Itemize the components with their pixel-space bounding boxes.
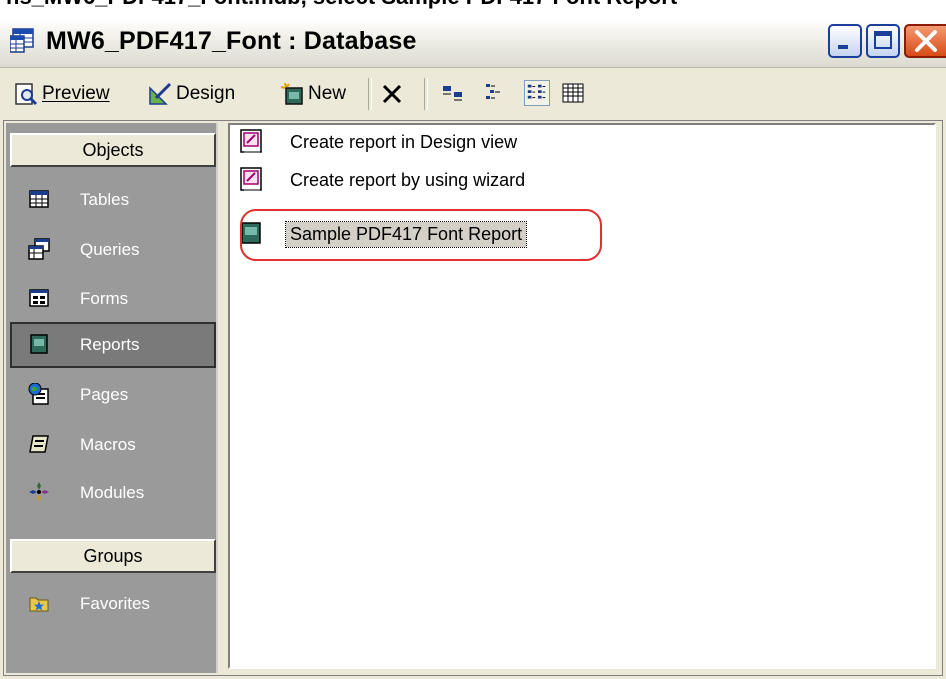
caption-text: ns_MW6_PDF417_Font.mdb, select Sample PD… bbox=[6, 0, 677, 10]
objects-item-reports[interactable]: Reports bbox=[10, 322, 216, 368]
window-title: MW6_PDF417_Font : Database bbox=[46, 27, 417, 55]
list-item-create-wizard[interactable]: Create report by using wizard bbox=[238, 163, 529, 197]
form-icon bbox=[29, 289, 49, 307]
maximize-icon bbox=[874, 31, 892, 49]
design-label: Design bbox=[176, 83, 236, 104]
database-window: MW6_PDF417_Font : Database Preview Desig… bbox=[0, 19, 946, 679]
report-icon bbox=[241, 222, 261, 244]
preview-label: Preview bbox=[42, 83, 110, 104]
list-item-sample-pdf417-report[interactable]: Sample PDF417 Font Report bbox=[238, 217, 528, 251]
details-view-icon[interactable] bbox=[560, 80, 586, 106]
objects-item-label: Pages bbox=[80, 385, 129, 404]
module-icon bbox=[29, 482, 49, 502]
wizard-shortcut-icon bbox=[240, 167, 262, 191]
large-icons-view-icon[interactable] bbox=[440, 80, 466, 106]
objects-item-label: Forms bbox=[80, 289, 129, 308]
design-view-shortcut-icon bbox=[240, 129, 262, 153]
delete-button[interactable] bbox=[380, 77, 408, 111]
objects-header-button[interactable]: Objects bbox=[10, 133, 216, 167]
new-report-icon bbox=[280, 82, 303, 105]
objects-bar: Objects Tables Queries Forms Reports Pag… bbox=[6, 123, 218, 673]
list-item-label: Create report by using wizard bbox=[290, 169, 526, 190]
delete-icon bbox=[382, 84, 402, 104]
objects-item-pages[interactable]: Pages bbox=[10, 372, 216, 418]
toolbar-separator bbox=[368, 78, 372, 110]
toolbar-separator bbox=[424, 78, 428, 110]
objects-item-label: Queries bbox=[80, 240, 140, 259]
close-icon bbox=[915, 30, 937, 52]
minimize-button[interactable] bbox=[828, 24, 862, 58]
objects-list: Create report in Design view Create repo… bbox=[228, 123, 936, 669]
favorites-icon bbox=[29, 597, 49, 612]
title-bar[interactable]: MW6_PDF417_Font : Database bbox=[0, 19, 946, 68]
close-button[interactable] bbox=[904, 24, 946, 58]
new-button[interactable]: New bbox=[280, 77, 346, 111]
page-icon bbox=[28, 383, 49, 405]
macro-icon bbox=[29, 435, 49, 453]
table-icon bbox=[29, 190, 49, 208]
report-icon bbox=[30, 334, 48, 354]
objects-item-modules[interactable]: Modules bbox=[10, 470, 216, 516]
small-icons-view-icon[interactable] bbox=[482, 80, 508, 106]
objects-item-label: Reports bbox=[80, 335, 140, 354]
list-view-icon[interactable] bbox=[524, 80, 550, 106]
list-item-label: Create report in Design view bbox=[290, 131, 518, 152]
objects-item-tables[interactable]: Tables bbox=[10, 177, 216, 223]
preview-button[interactable]: Preview bbox=[14, 77, 110, 111]
database-body: Objects Tables Queries Forms Reports Pag… bbox=[3, 120, 943, 676]
list-item-label: Sample PDF417 Font Report bbox=[284, 220, 528, 248]
minimize-icon bbox=[838, 45, 848, 49]
database-window-icon bbox=[10, 28, 34, 53]
database-toolbar: Preview Design New bbox=[0, 68, 946, 122]
maximize-button[interactable] bbox=[866, 24, 900, 58]
list-item-create-design-view[interactable]: Create report in Design view bbox=[238, 125, 521, 159]
groups-item-favorites[interactable]: Favorites bbox=[10, 581, 216, 627]
preview-icon bbox=[15, 83, 38, 106]
design-icon bbox=[149, 82, 172, 105]
objects-item-forms[interactable]: Forms bbox=[10, 276, 216, 322]
objects-item-label: Macros bbox=[80, 435, 136, 454]
query-icon bbox=[28, 238, 50, 260]
design-button[interactable]: Design bbox=[148, 77, 235, 111]
objects-item-macros[interactable]: Macros bbox=[10, 422, 216, 468]
groups-header-button[interactable]: Groups bbox=[10, 539, 216, 573]
objects-item-label: Tables bbox=[80, 190, 130, 209]
objects-item-queries[interactable]: Queries bbox=[10, 227, 216, 273]
groups-item-label: Favorites bbox=[80, 594, 150, 613]
objects-item-label: Modules bbox=[80, 483, 145, 502]
new-label: New bbox=[308, 83, 347, 104]
